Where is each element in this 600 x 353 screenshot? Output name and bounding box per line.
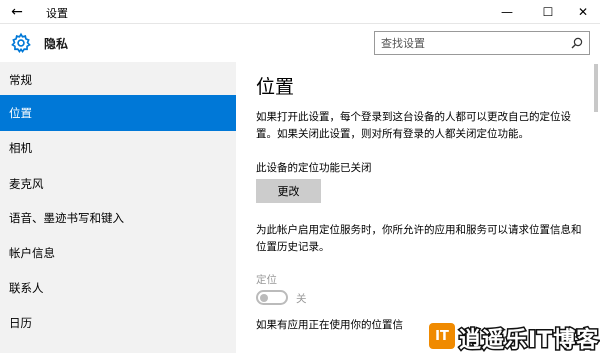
sidebar-item-calendar[interactable]: 日历 [0, 305, 236, 341]
close-icon[interactable]: ✕ [572, 2, 594, 22]
toggle-knob [260, 293, 268, 302]
search-input[interactable] [381, 35, 561, 51]
search-icon[interactable] [571, 37, 583, 49]
page-title: 位置 [256, 76, 295, 98]
sidebar-item-general[interactable]: 常规 [0, 62, 236, 98]
sidebar-item-location[interactable]: 位置 [0, 95, 236, 131]
change-button[interactable]: 更改 [256, 179, 321, 203]
gear-icon [11, 32, 31, 53]
location-service-description: 为此帐户启用定位服务时，你所允许的应用和服务可以请求位置信息和位置历史记录。 [256, 224, 582, 253]
watermark-logo: IT 逍遥乐IT博客 [424, 321, 600, 353]
main-content: 位置 如果打开此设置，每个登录到这台设备的人都可以更改自己的定位设置。如果关闭此… [236, 62, 600, 353]
back-arrow-icon[interactable]: ← [8, 3, 26, 21]
location-toggle-label: 定位 [256, 274, 277, 286]
page-category-title: 隐私 [44, 37, 69, 51]
location-toggle[interactable] [256, 290, 288, 305]
watermark-badge: IT [429, 323, 455, 349]
sidebar: 常规 位置 相机 麦克风 语音、墨迹书写和键入 帐户信息 联系人 日历 [0, 62, 236, 353]
sidebar-item-account-info[interactable]: 帐户信息 [0, 235, 236, 271]
maximize-icon[interactable]: ☐ [537, 2, 559, 22]
device-location-status: 此设备的定位功能已关闭 [256, 162, 372, 174]
settings-header: 隐私 [0, 24, 600, 62]
minimize-icon[interactable]: — [496, 2, 518, 22]
watermark-text: 逍遥乐IT博客 [457, 327, 600, 353]
sidebar-item-camera[interactable]: 相机 [0, 130, 236, 166]
title-bar: ← 设置 — ☐ ✕ [0, 0, 600, 24]
sidebar-item-contacts[interactable]: 联系人 [0, 270, 236, 306]
scrollbar-thumb[interactable] [594, 64, 598, 112]
search-box[interactable] [374, 31, 590, 55]
sidebar-item-microphone[interactable]: 麦克风 [0, 166, 236, 202]
window-title: 设置 [46, 7, 68, 20]
location-intro-text: 如果打开此设置，每个登录到这台设备的人都可以更改自己的定位设置。如果关闭此设置，… [256, 111, 571, 140]
sidebar-item-speech-inking-typing[interactable]: 语音、墨迹书写和键入 [0, 200, 236, 236]
toggle-state-text: 关 [296, 293, 307, 305]
